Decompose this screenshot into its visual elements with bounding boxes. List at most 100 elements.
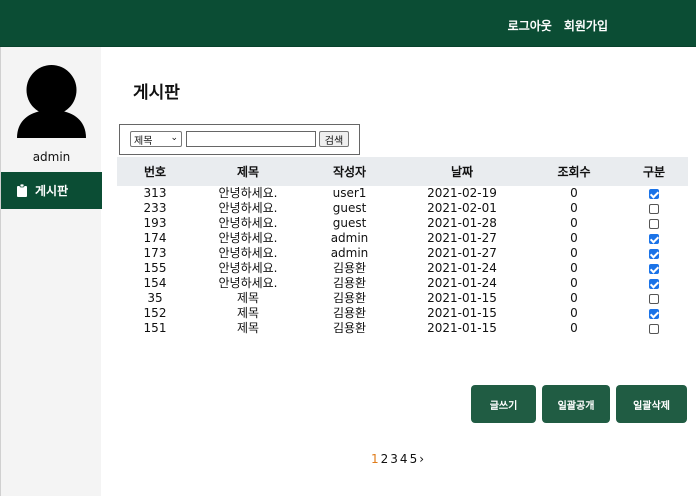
cell-title[interactable]: 제목 bbox=[193, 306, 303, 321]
page-link-2[interactable]: 2 bbox=[381, 452, 389, 466]
row-checkbox[interactable] bbox=[649, 218, 659, 229]
cell-date: 2021-01-15 bbox=[427, 291, 497, 305]
row-checkbox[interactable] bbox=[649, 203, 659, 214]
cell-author: 김용환 bbox=[332, 261, 367, 275]
cell-date: 2021-02-01 bbox=[427, 201, 497, 215]
pagination: 1 2 3 4 5 › bbox=[371, 452, 424, 466]
cell-date: 2021-01-27 bbox=[427, 231, 497, 245]
cell-num: 233 bbox=[143, 201, 167, 215]
cell-author: 김용환 bbox=[332, 291, 367, 305]
table-row[interactable]: 173 안녕하세요. admin 2021-01-27 0 bbox=[117, 246, 688, 261]
page-link-3[interactable]: 3 bbox=[390, 452, 398, 466]
cell-date: 2021-01-15 bbox=[427, 321, 497, 335]
search-input[interactable] bbox=[186, 131, 316, 147]
header-type: 구분 bbox=[620, 157, 688, 186]
write-button[interactable]: 글쓰기 bbox=[471, 385, 536, 423]
page-title: 게시판 bbox=[133, 83, 180, 103]
next-page-icon[interactable]: › bbox=[419, 452, 424, 466]
chevron-down-icon: ⌄ bbox=[170, 133, 178, 143]
header-author: 작성자 bbox=[303, 157, 396, 186]
search-field-select[interactable]: 제목 ⌄ bbox=[130, 131, 182, 147]
cell-title[interactable]: 안녕하세요. bbox=[193, 246, 303, 261]
cell-type bbox=[620, 261, 688, 276]
page-link-5[interactable]: 5 bbox=[410, 452, 418, 466]
cell-date: 2021-01-27 bbox=[427, 246, 497, 260]
cell-title[interactable]: 안녕하세요. bbox=[193, 216, 303, 231]
top-bar: 로그아웃 회원가입 bbox=[0, 0, 696, 47]
cell-author: admin bbox=[330, 246, 369, 260]
cell-num: 155 bbox=[143, 261, 167, 275]
cell-author: guest bbox=[332, 216, 367, 230]
cell-views: 0 bbox=[570, 201, 578, 215]
cell-date: 2021-01-28 bbox=[427, 216, 497, 230]
page-link-1[interactable]: 1 bbox=[371, 452, 379, 466]
cell-title[interactable]: 제목 bbox=[193, 291, 303, 306]
cell-author: 김용환 bbox=[332, 276, 367, 290]
cell-views: 0 bbox=[570, 246, 578, 260]
table-row[interactable]: 233 안녕하세요. guest 2021-02-01 0 bbox=[117, 201, 688, 216]
cell-title[interactable]: 안녕하세요. bbox=[193, 201, 303, 216]
clipboard-icon bbox=[17, 184, 27, 197]
page-link-4[interactable]: 4 bbox=[400, 452, 408, 466]
table-row[interactable]: 313 안녕하세요. user1 2021-02-19 0 bbox=[117, 186, 688, 201]
table-body: 313 안녕하세요. user1 2021-02-19 0 233 안녕하세요. guest 2… bbox=[117, 186, 688, 336]
cell-title[interactable]: 안녕하세요. bbox=[193, 186, 303, 201]
cell-views: 0 bbox=[570, 321, 578, 335]
cell-author: user1 bbox=[332, 186, 367, 200]
row-checkbox[interactable] bbox=[649, 188, 659, 199]
search-box: 제목 ⌄ 검색 bbox=[119, 124, 360, 155]
cell-views: 0 bbox=[570, 261, 578, 275]
cell-type bbox=[620, 231, 688, 246]
sidebar-item-board[interactable]: 게시판 bbox=[1, 172, 102, 209]
table-row[interactable]: 154 안녕하세요. 김용환 2021-01-24 0 bbox=[117, 276, 688, 291]
cell-views: 0 bbox=[570, 216, 578, 230]
cell-num: 35 bbox=[147, 291, 163, 305]
row-checkbox[interactable] bbox=[649, 323, 659, 334]
cell-num: 193 bbox=[143, 216, 167, 230]
cell-title[interactable]: 제목 bbox=[193, 321, 303, 336]
cell-type bbox=[620, 201, 688, 216]
signup-link[interactable]: 회원가입 bbox=[564, 17, 608, 34]
publish-all-button[interactable]: 일괄공개 bbox=[542, 385, 610, 423]
cell-views: 0 bbox=[570, 306, 578, 320]
cell-title[interactable]: 안녕하세요. bbox=[193, 231, 303, 246]
cell-views: 0 bbox=[570, 231, 578, 245]
cell-title[interactable]: 안녕하세요. bbox=[193, 276, 303, 291]
row-checkbox[interactable] bbox=[649, 248, 659, 259]
header-title: 제목 bbox=[193, 157, 303, 186]
row-checkbox[interactable] bbox=[649, 233, 659, 244]
cell-title[interactable]: 안녕하세요. bbox=[193, 261, 303, 276]
cell-type bbox=[620, 306, 688, 321]
sidebar-item-label: 게시판 bbox=[35, 184, 69, 198]
header-num: 번호 bbox=[117, 157, 193, 186]
user-avatar-icon bbox=[17, 65, 86, 138]
table-row[interactable]: 174 안녕하세요. admin 2021-01-27 0 bbox=[117, 231, 688, 246]
cell-type bbox=[620, 321, 688, 336]
row-checkbox[interactable] bbox=[649, 308, 659, 319]
cell-views: 0 bbox=[570, 291, 578, 305]
cell-num: 154 bbox=[143, 276, 167, 290]
row-checkbox[interactable] bbox=[649, 263, 659, 274]
table-row[interactable]: 151 제목 김용환 2021-01-15 0 bbox=[117, 321, 688, 336]
delete-all-button[interactable]: 일괄삭제 bbox=[616, 385, 687, 423]
username-label: admin bbox=[32, 150, 71, 164]
table-row[interactable]: 193 안녕하세요. guest 2021-01-28 0 bbox=[117, 216, 688, 231]
cell-author: admin bbox=[330, 231, 369, 245]
logout-link[interactable]: 로그아웃 bbox=[508, 17, 552, 34]
cell-author: guest bbox=[332, 201, 367, 215]
table-row[interactable]: 152 제목 김용환 2021-01-15 0 bbox=[117, 306, 688, 321]
row-checkbox[interactable] bbox=[649, 278, 659, 289]
table-row[interactable]: 155 안녕하세요. 김용환 2021-01-24 0 bbox=[117, 261, 688, 276]
cell-num: 174 bbox=[143, 231, 167, 245]
search-button[interactable]: 검색 bbox=[319, 131, 349, 147]
table-row[interactable]: 35 제목 김용환 2021-01-15 0 bbox=[117, 291, 688, 306]
cell-num: 152 bbox=[143, 306, 167, 320]
cell-date: 2021-02-19 bbox=[427, 186, 497, 200]
cell-num: 151 bbox=[143, 321, 167, 335]
header-date: 날짜 bbox=[396, 157, 528, 186]
row-checkbox[interactable] bbox=[649, 293, 659, 304]
header-views: 조회수 bbox=[528, 157, 620, 186]
cell-num: 173 bbox=[143, 246, 167, 260]
cell-date: 2021-01-24 bbox=[427, 261, 497, 275]
search-select-value: 제목 bbox=[134, 135, 153, 147]
